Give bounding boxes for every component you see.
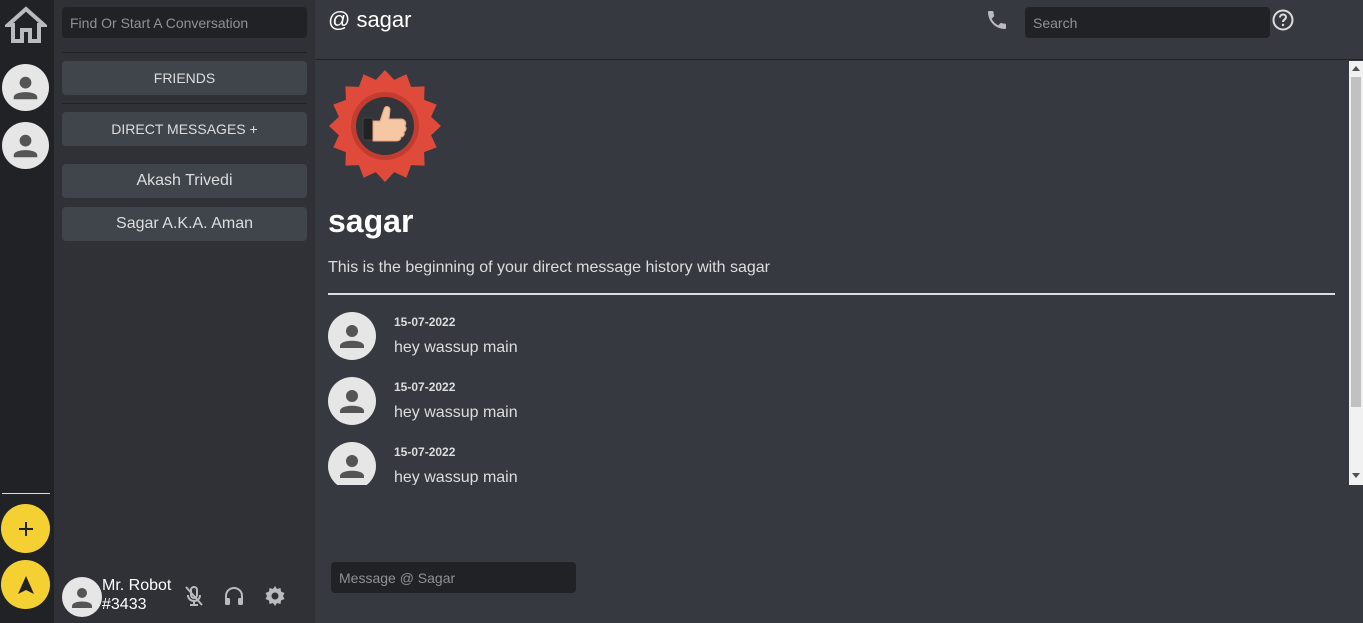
user-tag: #3433 [102, 596, 147, 613]
help-icon[interactable] [1271, 8, 1295, 32]
message-item: 15-07-2022 hey wassup main [328, 442, 1328, 485]
server-rail [0, 0, 54, 623]
message-composer-input[interactable] [331, 562, 576, 593]
compass-arrow-icon [17, 575, 34, 594]
message-text: hey wassup main [394, 404, 518, 421]
user-name: Mr. Robot [102, 577, 172, 594]
page-title: @ sagar [328, 7, 412, 32]
message-scrollbar[interactable] [1349, 61, 1363, 485]
person-icon [340, 390, 364, 413]
search-input[interactable] [1025, 7, 1270, 38]
person-icon [340, 325, 364, 348]
plus-icon [18, 521, 33, 536]
message-date: 15-07-2022 [394, 380, 456, 394]
mic-off-icon[interactable] [182, 584, 206, 608]
message-avatar[interactable] [328, 377, 376, 425]
intro-divider [328, 293, 1335, 295]
message-avatar[interactable] [328, 442, 376, 485]
thumbs-up-badge-icon [329, 70, 441, 182]
person-icon [72, 588, 92, 608]
message-avatar[interactable] [328, 312, 376, 360]
message-text: hey wassup main [394, 469, 518, 485]
explore-button[interactable] [1, 560, 50, 609]
scroll-up-arrow-icon[interactable] [1352, 66, 1360, 71]
scrollbar-thumb[interactable] [1351, 77, 1361, 407]
server-avatar-1[interactable] [2, 64, 49, 111]
message-item: 15-07-2022 hey wassup main [328, 312, 1328, 372]
gear-icon[interactable] [263, 584, 287, 608]
dm-intro-text: This is the beginning of your direct mes… [328, 259, 770, 276]
message-date: 15-07-2022 [394, 315, 456, 329]
phone-icon[interactable] [985, 8, 1009, 32]
add-server-button[interactable] [1, 504, 50, 553]
dm-item-sagar[interactable]: Sagar A.K.A. Aman [62, 207, 307, 241]
friends-button[interactable]: FRIENDS [62, 61, 307, 95]
scroll-down-arrow-icon[interactable] [1352, 473, 1360, 478]
message-list[interactable]: sagar This is the beginning of your dire… [315, 61, 1363, 485]
sidebar-divider [62, 52, 307, 53]
rail-divider [2, 493, 50, 494]
person-icon [340, 455, 364, 478]
message-date: 15-07-2022 [394, 445, 456, 459]
person-icon [13, 134, 38, 158]
dm-heading: sagar [328, 203, 414, 239]
dm-sidebar: FRIENDS DIRECT MESSAGES + Akash Trivedi … [54, 0, 315, 623]
direct-messages-header[interactable]: DIRECT MESSAGES + [62, 112, 307, 146]
message-item: 15-07-2022 hey wassup main [328, 377, 1328, 437]
find-conversation-input[interactable] [62, 7, 307, 38]
server-avatar-2[interactable] [2, 122, 49, 169]
headphones-icon[interactable] [222, 584, 246, 608]
user-avatar[interactable] [62, 577, 102, 617]
dm-item-akash[interactable]: Akash Trivedi [62, 164, 307, 198]
chat-header: @ sagar [315, 0, 1363, 60]
chat-main: @ sagar sagar This is the beginning of y… [315, 0, 1363, 623]
home-icon[interactable] [5, 5, 47, 45]
sidebar-divider [62, 103, 307, 104]
message-text: hey wassup main [394, 339, 518, 356]
person-icon [13, 76, 38, 100]
